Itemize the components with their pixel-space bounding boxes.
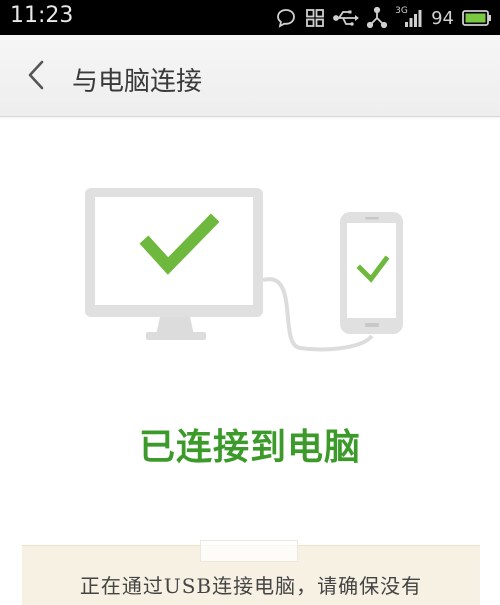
connection-illustration (0, 120, 500, 370)
status-icons: 3G 94 (275, 6, 492, 30)
usb-icon (333, 8, 360, 28)
connection-status-text: 已连接到电脑 (138, 427, 361, 468)
signal-icon: 3G (395, 6, 423, 29)
chevron-left-icon (25, 59, 47, 95)
battery-percent: 94 (431, 7, 454, 29)
grid-icon (305, 8, 325, 28)
status-time: 11:23 (10, 3, 74, 28)
page-title: 与电脑连接 (72, 67, 203, 97)
back-button[interactable] (16, 57, 56, 97)
chat-bubble-icon (275, 7, 297, 29)
phone-icon (340, 212, 403, 334)
usb-tether-icon (367, 7, 388, 29)
title-bar: 与电脑连接 (0, 35, 500, 117)
status-bar: 11:23 3G 94 (0, 0, 500, 35)
note-tape-decoration (200, 540, 298, 562)
usb-note-text: 正在通过USB连接电脑，请确保没有 (79, 574, 423, 598)
battery-icon (462, 9, 492, 27)
usb-note-card: 正在通过USB连接电脑，请确保没有 (22, 540, 480, 605)
network-type-label: 3G (395, 6, 408, 16)
